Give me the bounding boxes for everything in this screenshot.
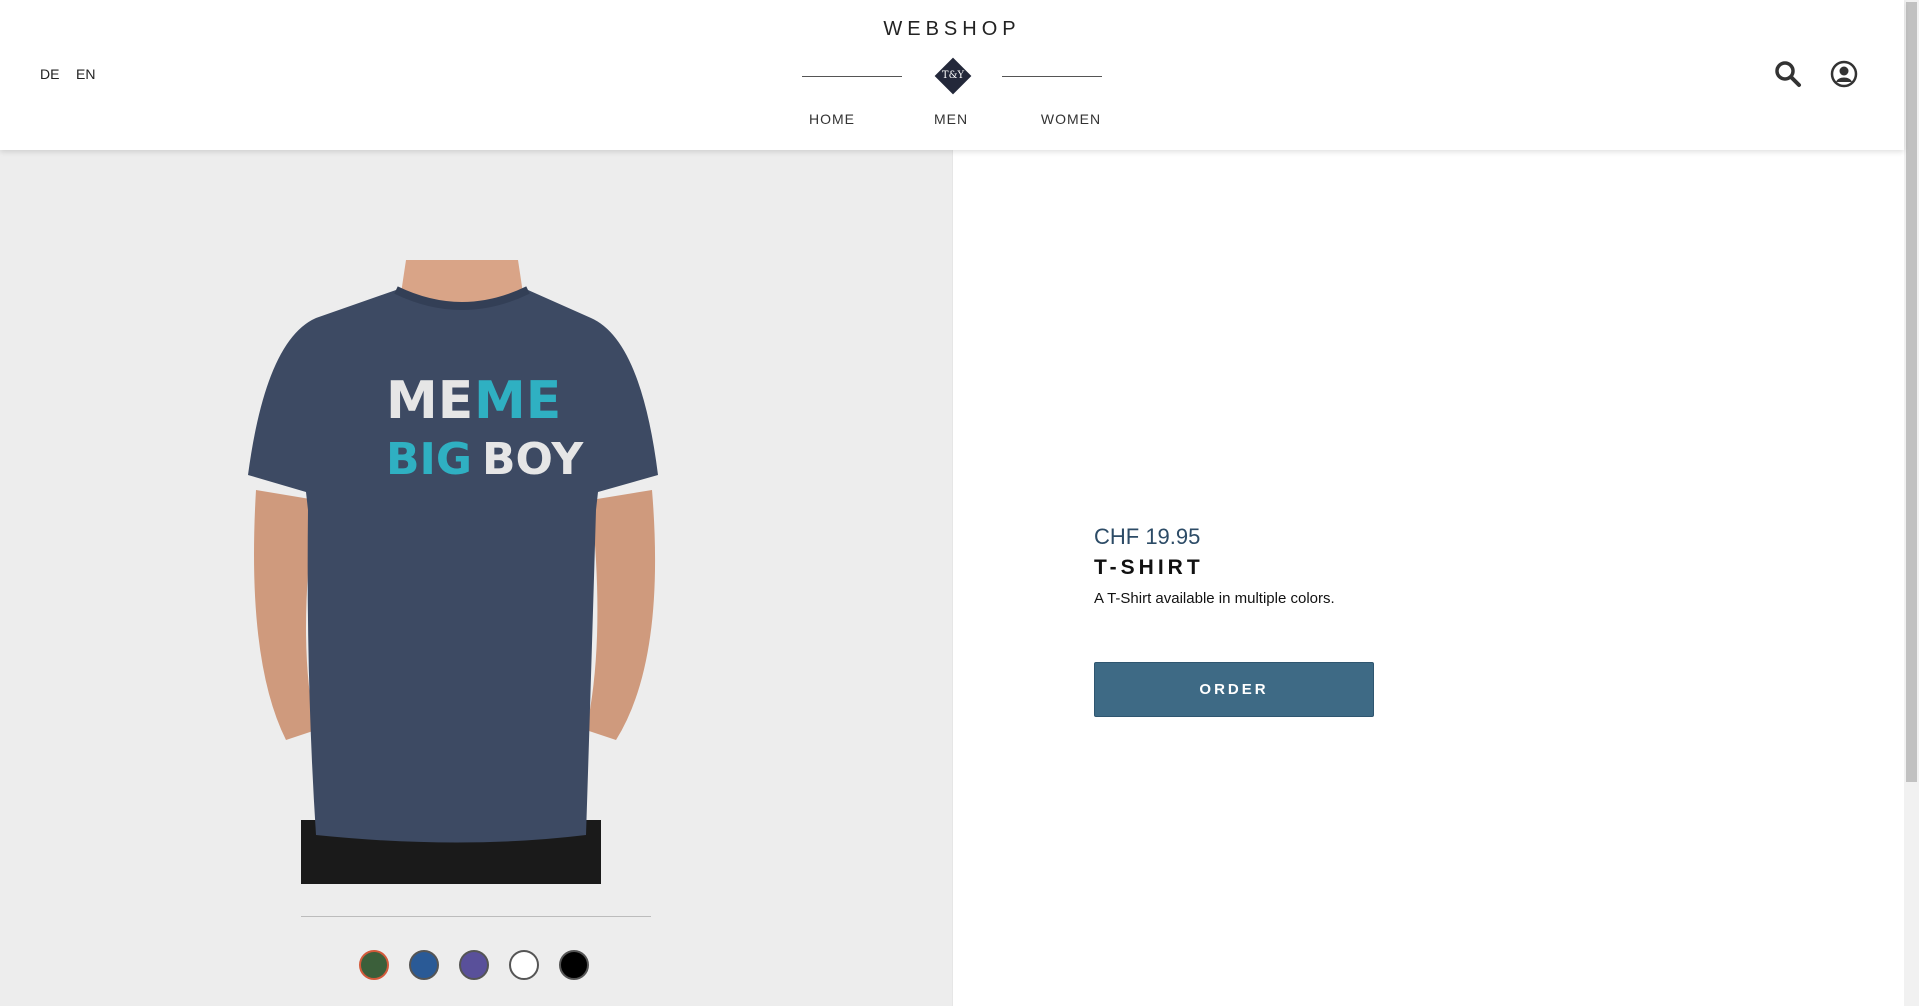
search-icon[interactable]: [1774, 60, 1802, 93]
logo-text: T&Y: [941, 70, 965, 81]
scrollbar-thumb[interactable]: [1906, 2, 1917, 782]
nav-home[interactable]: HOME: [772, 111, 892, 127]
user-account-icon[interactable]: [1830, 60, 1858, 93]
site-header: WEBSHOP DE EN T&Y HOME MEN WOMEN: [0, 0, 1904, 150]
product-photo: ME ME BIG BOY: [246, 260, 662, 884]
brand-title[interactable]: WEBSHOP: [0, 18, 1904, 41]
print-me-2: ME: [474, 371, 561, 431]
language-de[interactable]: DE: [40, 66, 59, 82]
swatch-black[interactable]: [559, 950, 589, 980]
product-title: T-SHIRT: [1094, 556, 1204, 579]
nav-divider-left: [802, 76, 902, 77]
nav-men[interactable]: MEN: [891, 111, 1011, 127]
swatch-green[interactable]: [359, 950, 389, 980]
swatch-blue[interactable]: [409, 950, 439, 980]
print-big: BIG: [386, 434, 472, 485]
print-me-1: ME: [386, 371, 473, 431]
order-button[interactable]: ORDER: [1094, 662, 1374, 717]
column-divider: [952, 150, 953, 1006]
swatch-divider: [301, 916, 651, 917]
product-price: CHF 19.95: [1094, 524, 1201, 549]
language-en[interactable]: EN: [76, 66, 95, 82]
product-description: A T-Shirt available in multiple colors.: [1094, 590, 1335, 607]
nav-divider-right: [1002, 76, 1102, 77]
swatch-purple[interactable]: [459, 950, 489, 980]
swatch-white[interactable]: [509, 950, 539, 980]
print-boy: BOY: [482, 434, 584, 485]
nav-women[interactable]: WOMEN: [1011, 111, 1131, 127]
